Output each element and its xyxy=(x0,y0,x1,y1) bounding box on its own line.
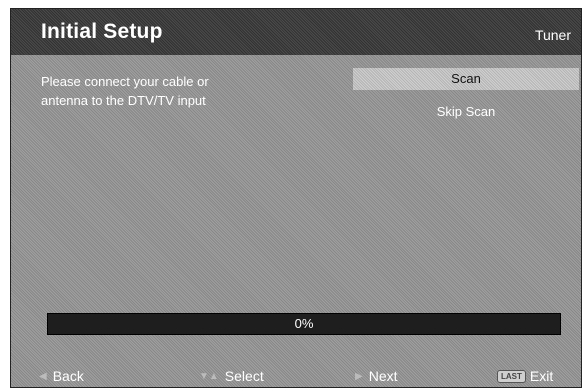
progress-label: 0% xyxy=(294,316,314,331)
scan-button[interactable]: Scan xyxy=(353,68,579,90)
scan-progress-bar: 0% xyxy=(47,313,561,335)
header-bar: Initial Setup Tuner xyxy=(11,9,581,55)
instruction-line-2: antenna to the DTV/TV input xyxy=(41,93,206,108)
up-down-arrows-icon: ▼▲ xyxy=(199,370,219,382)
next-hint[interactable]: ▶ Next xyxy=(355,368,398,384)
back-hint[interactable]: ◀ Back xyxy=(39,368,84,384)
instruction-text: Please connect your cable or antenna to … xyxy=(41,72,209,110)
select-label: Select xyxy=(224,368,264,384)
exit-hint[interactable]: LAST Exit xyxy=(497,368,553,384)
instruction-line-1: Please connect your cable or xyxy=(41,74,209,89)
tv-screen: Initial Setup Tuner Please connect your … xyxy=(10,8,582,388)
skip-scan-button[interactable]: Skip Scan xyxy=(401,101,531,123)
next-label: Next xyxy=(368,368,398,384)
right-arrow-icon: ▶ xyxy=(355,370,363,382)
back-label: Back xyxy=(52,368,84,384)
context-label: Tuner xyxy=(534,27,571,43)
last-key-icon: LAST xyxy=(497,369,526,383)
left-arrow-icon: ◀ xyxy=(39,370,47,382)
select-hint[interactable]: ▼▲ Select xyxy=(199,368,264,384)
page-title: Initial Setup xyxy=(41,20,163,43)
exit-label: Exit xyxy=(529,368,554,384)
footer-bar: ◀ Back ▼▲ Select ▶ Next LAST Exit xyxy=(11,365,581,387)
